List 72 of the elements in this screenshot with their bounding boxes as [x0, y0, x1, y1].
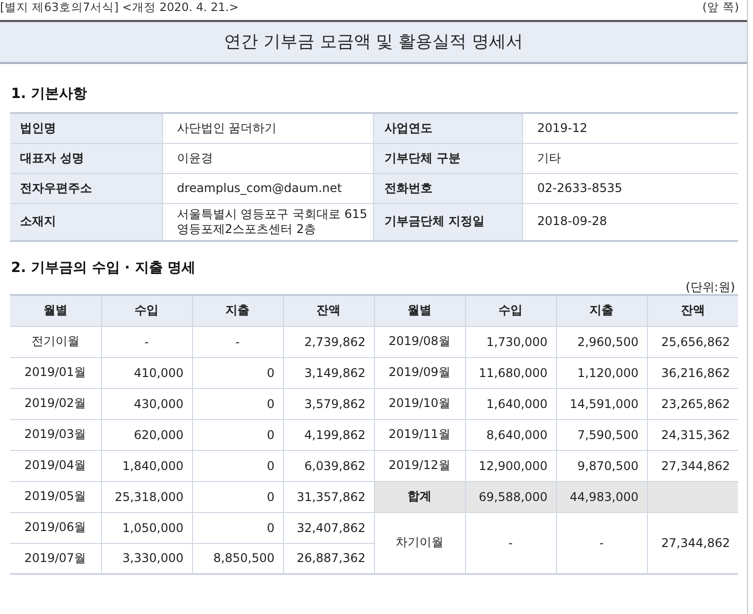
- table-cell: 0: [192, 481, 283, 512]
- table-cell: 4,199,862: [283, 419, 374, 450]
- table-cell: 0: [192, 419, 283, 450]
- form-number: [별지 제63호의7서식] <개정 2020. 4. 21.>: [0, 0, 239, 14]
- table-cell: 2019/09월: [374, 357, 465, 388]
- table-cell: 69,588,000: [465, 481, 556, 512]
- column-header: 월별: [374, 295, 465, 326]
- table-cell: 2019/02월: [10, 388, 101, 419]
- table-cell: 410,000: [101, 357, 192, 388]
- section-heading: 2. 기부금의 수입 · 지출 명세: [10, 259, 197, 278]
- column-header: 월별: [10, 295, 101, 326]
- column-header: 수입: [465, 295, 556, 326]
- field-label: 기부단체 구분: [374, 143, 523, 173]
- table-cell: -: [101, 326, 192, 357]
- table-cell: 0: [192, 388, 283, 419]
- column-header: 지출: [192, 295, 283, 326]
- field-value: 사단법인 꿈더하기: [162, 113, 374, 143]
- table-cell: 3,579,862: [283, 388, 374, 419]
- field-value: 이윤경: [162, 143, 374, 173]
- table-cell: 6,039,862: [283, 450, 374, 481]
- table-cell: 1,840,000: [101, 450, 192, 481]
- field-label: 대표자 성명: [10, 143, 162, 173]
- field-label: 법인명: [10, 113, 162, 143]
- column-header: 수입: [101, 295, 192, 326]
- table-cell: 1,640,000: [465, 388, 556, 419]
- table-cell: 2019/05월: [10, 481, 101, 512]
- table-cell: 31,357,862: [283, 481, 374, 512]
- field-label: 전자우편주소: [10, 173, 162, 203]
- table-cell: 1,730,000: [465, 326, 556, 357]
- table-cell: 0: [192, 450, 283, 481]
- table-cell: 25,318,000: [101, 481, 192, 512]
- unit-label: (단위:원): [686, 280, 735, 294]
- field-value: dreamplus_com@daum.net: [162, 173, 374, 203]
- table-cell: 9,870,500: [556, 450, 647, 481]
- table-cell: 2,739,862: [283, 326, 374, 357]
- table-cell: 3,149,862: [283, 357, 374, 388]
- table-cell: 2019/06월: [10, 512, 101, 543]
- table-cell: 1,050,000: [101, 512, 192, 543]
- table-cell: 2,960,500: [556, 326, 647, 357]
- table-cell: 2019/04월: [10, 450, 101, 481]
- table-cell: 합계: [374, 481, 465, 512]
- table-cell: 620,000: [101, 419, 192, 450]
- table-cell: 7,590,500: [556, 419, 647, 450]
- field-label: 기부금단체 지정일: [374, 203, 523, 241]
- column-header: 지출: [556, 295, 647, 326]
- table-cell: 2019/11월: [374, 419, 465, 450]
- table-cell: -: [192, 326, 283, 357]
- table-cell: 차기이월: [374, 512, 465, 574]
- column-header: 잔액: [647, 295, 738, 326]
- table-cell: 2019/01월: [10, 357, 101, 388]
- table-cell: 8,640,000: [465, 419, 556, 450]
- table-cell: 2019/03월: [10, 419, 101, 450]
- table-cell: 14,591,000: [556, 388, 647, 419]
- field-label: 전화번호: [374, 173, 523, 203]
- field-label: 소재지: [10, 203, 162, 241]
- table-cell: 2019/08월: [374, 326, 465, 357]
- document-title: 연간 기부금 모금액 및 활용실적 명세서: [0, 20, 747, 64]
- table-cell: 2019/10월: [374, 388, 465, 419]
- table-cell: 11,680,000: [465, 357, 556, 388]
- table-cell: 430,000: [101, 388, 192, 419]
- table-cell: 전기이월: [10, 326, 101, 357]
- section-heading: 1. 기본사항: [10, 85, 88, 104]
- column-header: 잔액: [283, 295, 374, 326]
- table-cell: 32,407,862: [283, 512, 374, 543]
- table-cell: 2019/12월: [374, 450, 465, 481]
- table-cell: 1,120,000: [556, 357, 647, 388]
- table-cell: 0: [192, 512, 283, 543]
- page-side: (앞 쪽): [702, 0, 739, 14]
- table-cell: 12,900,000: [465, 450, 556, 481]
- table-cell: 0: [192, 357, 283, 388]
- table-cell: 44,983,000: [556, 481, 647, 512]
- field-label: 사업연도: [374, 113, 523, 143]
